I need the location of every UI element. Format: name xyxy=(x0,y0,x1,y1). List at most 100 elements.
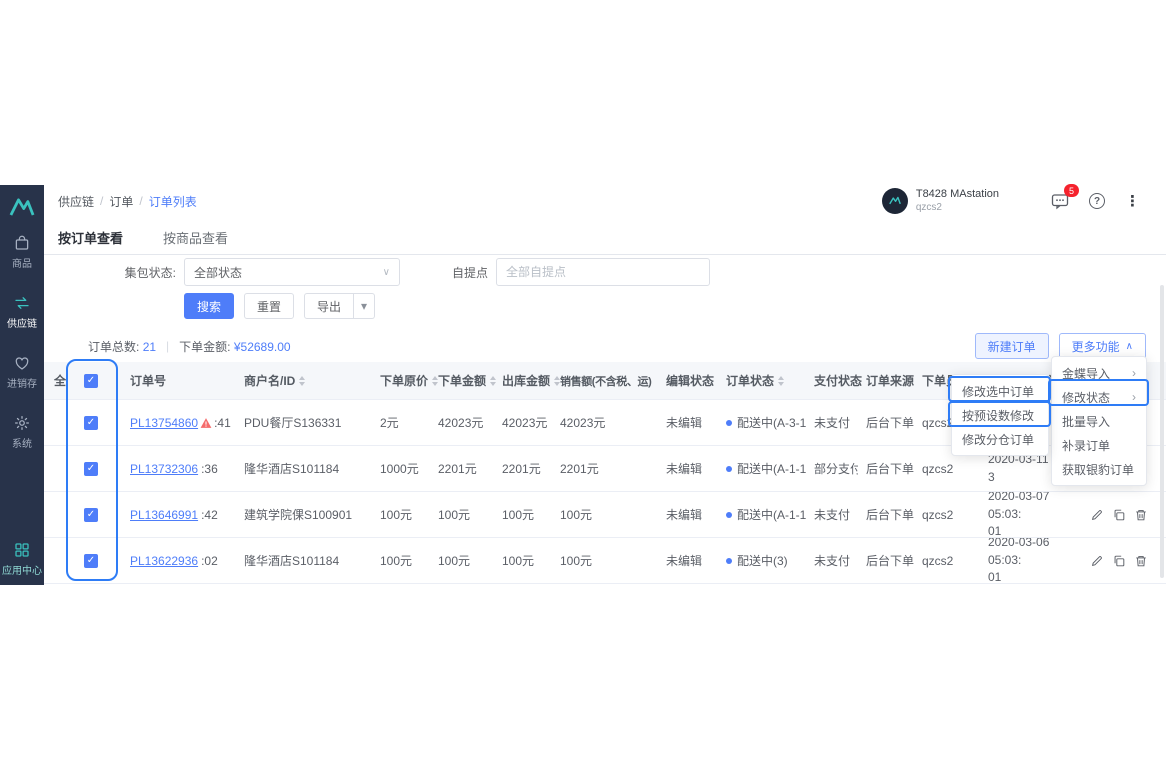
order-source-cell: 后台下单 xyxy=(858,492,914,537)
order-status-cell: 配送中(A-1-1) xyxy=(718,492,806,537)
sidebar: 商品供应链进销存系统应用中心 xyxy=(0,185,44,585)
delete-icon[interactable] xyxy=(1134,508,1148,522)
more-menu-item-4[interactable]: 补录订单 xyxy=(1052,433,1146,457)
outbound-amount-cell: 100元 xyxy=(494,492,552,537)
row-actions-cell xyxy=(1082,538,1166,583)
sales-amount-cell: 42023元 xyxy=(552,400,658,445)
sidebar-item-1[interactable]: 商品 xyxy=(12,234,32,270)
sidebar-item-4[interactable]: 系统 xyxy=(12,414,32,450)
order-no-cell: PL13754860:41 xyxy=(124,400,236,445)
system-icon xyxy=(13,414,31,432)
tab-2[interactable]: 按商品查看 xyxy=(163,225,228,254)
last-op-time-cell: 2020-03-07 05:03:01 xyxy=(980,492,1082,537)
order-source-cell: 后台下单 xyxy=(858,538,914,583)
pickup-point-label: 自提点 xyxy=(452,264,488,281)
sidebar-item-5[interactable]: 应用中心 xyxy=(2,541,42,577)
question-mark-icon: ? xyxy=(1089,193,1105,209)
col-header-merchant[interactable]: 商户名/ID xyxy=(236,362,372,399)
export-button[interactable]: 导出 xyxy=(304,293,354,319)
order-status-cell: 配送中(3) xyxy=(718,538,806,583)
merchant-cell: 隆华酒店S101184 xyxy=(236,538,372,583)
row-checkbox[interactable]: ✓ xyxy=(84,416,98,430)
sort-icon[interactable] xyxy=(778,376,784,386)
clerk-cell: qzcs2 xyxy=(914,538,980,583)
breadcrumb-separator: / xyxy=(100,194,103,208)
copy-icon[interactable] xyxy=(1112,508,1126,522)
submenu-item-3[interactable]: 修改分仓订单 xyxy=(952,427,1048,451)
more-menu-item-1[interactable]: 金蝶导入› xyxy=(1052,361,1146,385)
order-number-link[interactable]: PL13646991 xyxy=(130,508,198,522)
order-count-value: 21 xyxy=(143,340,156,354)
row-checkbox[interactable]: ✓ xyxy=(84,462,98,476)
col-header-original_price[interactable]: 下单原价 xyxy=(372,362,430,399)
sidebar-item-2[interactable]: 供应链 xyxy=(7,294,37,330)
merchant-cell: 隆华酒店S101184 xyxy=(236,446,372,491)
package-status-select[interactable]: 全部状态 ∨ xyxy=(184,258,400,286)
more-menu-item-5[interactable]: 获取银豹订单 xyxy=(1052,457,1146,481)
app-logo-icon[interactable] xyxy=(8,194,36,218)
row-checkbox-cell: ✓ xyxy=(44,538,124,583)
order-count-summary: 订单总数: 21 xyxy=(88,338,156,355)
pay-status-cell: 未支付 xyxy=(806,538,858,583)
help-button[interactable]: ? xyxy=(1089,193,1105,209)
edit-icon[interactable] xyxy=(1090,554,1104,568)
summary-divider: | xyxy=(166,339,169,353)
pay-status-cell: 未支付 xyxy=(806,492,858,537)
avatar xyxy=(882,188,908,214)
col-header-order_source: 订单来源 xyxy=(858,362,914,399)
more-menu-item-2[interactable]: 修改状态› xyxy=(1052,385,1146,409)
new-order-button[interactable]: 新建订单 xyxy=(975,333,1049,359)
sort-icon[interactable] xyxy=(299,376,305,386)
order-number-link[interactable]: PL13732306 xyxy=(130,462,198,476)
status-dot-icon xyxy=(726,420,732,426)
row-checkbox-cell: ✓ xyxy=(44,492,124,537)
tab-1[interactable]: 按订单查看 xyxy=(58,225,123,254)
vertical-ellipsis-icon: ⋮ xyxy=(1125,192,1140,210)
delete-icon[interactable] xyxy=(1134,554,1148,568)
export-button-group: 导出 ▾ xyxy=(304,293,375,319)
user-account[interactable]: T8428 MAstation qzcs2 xyxy=(882,188,999,214)
pay-status-cell: 未支付 xyxy=(806,400,858,445)
row-checkbox[interactable]: ✓ xyxy=(84,554,98,568)
submenu-item-1[interactable]: 修改选中订单 xyxy=(952,379,1048,403)
outbound-amount-cell: 2201元 xyxy=(494,446,552,491)
breadcrumb-item-2[interactable]: 订单 xyxy=(109,193,133,210)
order-amount-cell: 100元 xyxy=(430,538,494,583)
app-center-icon xyxy=(13,541,31,559)
copy-icon[interactable] xyxy=(1112,554,1126,568)
reset-button[interactable]: 重置 xyxy=(244,293,294,319)
col-header-edit_status: 编辑状态 xyxy=(658,362,718,399)
edit-icon[interactable] xyxy=(1090,508,1104,522)
breadcrumb-item-3[interactable]: 订单列表 xyxy=(149,193,197,210)
original-price-cell: 100元 xyxy=(372,538,430,583)
table-row-3: ✓PL13646991:42建筑学院倮S100901100元100元100元10… xyxy=(44,492,1166,538)
messages-button[interactable]: 5 xyxy=(1051,192,1069,210)
search-button[interactable]: 搜索 xyxy=(184,293,234,319)
more-options-button[interactable]: ⋮ xyxy=(1125,192,1140,210)
time-fragment: :36 xyxy=(201,462,218,476)
sidebar-item-3[interactable]: 进销存 xyxy=(7,354,37,390)
more-functions-menu: 金蝶导入›修改状态›批量导入补录订单获取银豹订单 xyxy=(1051,356,1147,486)
order-amount-cell: 2201元 xyxy=(430,446,494,491)
pay-status-cell: 部分支付 xyxy=(806,446,858,491)
col-header-order_amount[interactable]: 下单金额 xyxy=(430,362,494,399)
order-number-link[interactable]: PL13622936 xyxy=(130,554,198,568)
pickup-point-input[interactable] xyxy=(496,258,710,286)
time-fragment: :02 xyxy=(201,554,218,568)
breadcrumb-item-1[interactable]: 供应链 xyxy=(58,193,94,210)
vertical-scrollbar[interactable] xyxy=(1160,285,1164,578)
export-dropdown-button[interactable]: ▾ xyxy=(354,293,375,319)
goods-icon xyxy=(13,234,31,252)
col-header-order_status[interactable]: 订单状态 xyxy=(718,362,806,399)
col-header-outbound_amount[interactable]: 出库金额 xyxy=(494,362,552,399)
submenu-item-2[interactable]: 按预设数修改 xyxy=(952,403,1048,427)
select-all-checkbox[interactable]: ✓ xyxy=(84,374,98,388)
col-header-sales_amount: 销售额(不含税、运) xyxy=(552,362,658,399)
row-checkbox[interactable]: ✓ xyxy=(84,508,98,522)
view-tabs: 按订单查看 按商品查看 xyxy=(44,225,1166,255)
more-menu-item-3[interactable]: 批量导入 xyxy=(1052,409,1146,433)
package-status-label: 集包状态: xyxy=(58,264,176,281)
last-op-time-cell: 2020-03-06 05:03:01 xyxy=(980,538,1082,583)
order-number-link[interactable]: PL13754860 xyxy=(130,416,198,430)
inventory-icon xyxy=(13,354,31,372)
